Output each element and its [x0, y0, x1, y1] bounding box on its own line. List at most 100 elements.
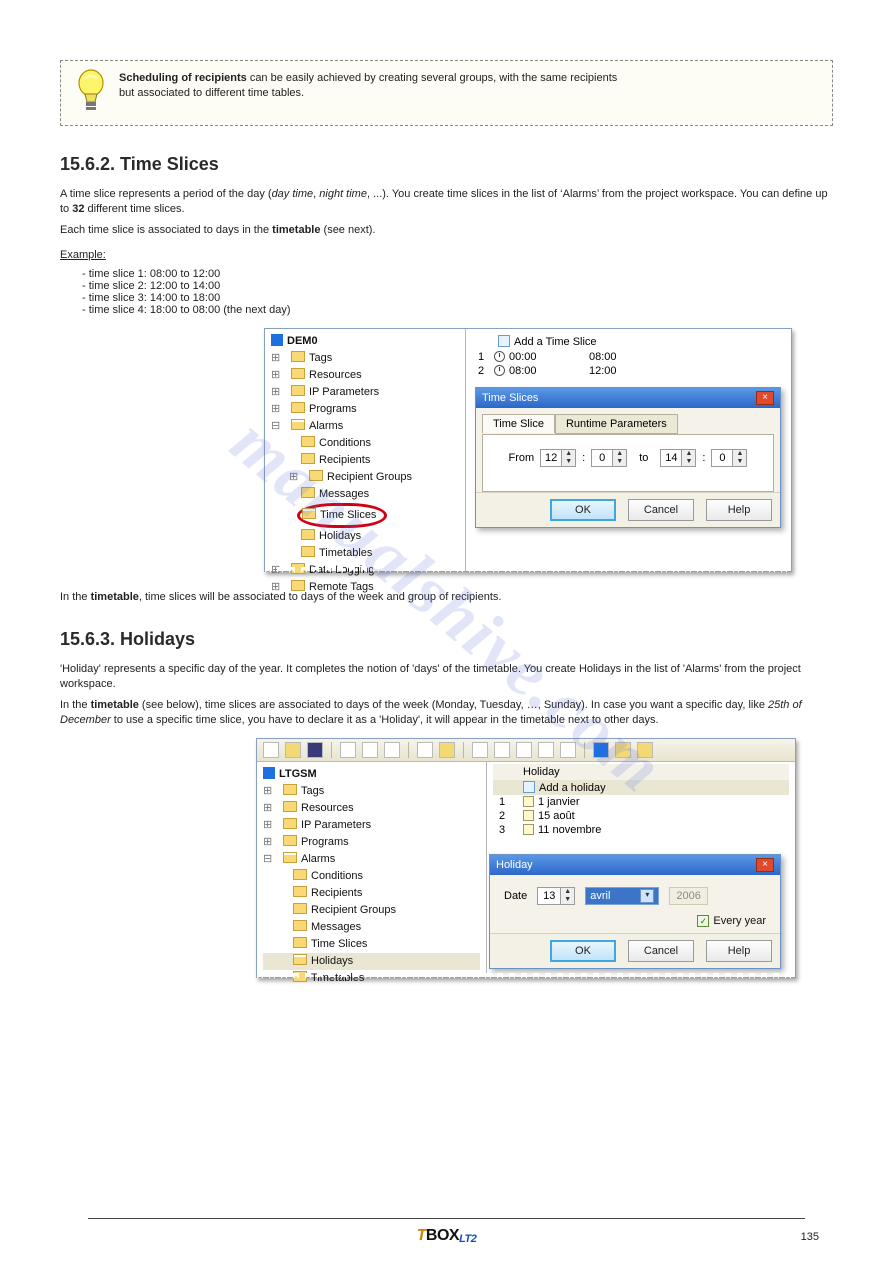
hol-p1: 'Holiday' represents a specific day of t… — [60, 662, 833, 692]
tree-item[interactable]: Resources — [309, 369, 362, 381]
tip-callout: Scheduling of recipients can be easily a… — [60, 60, 833, 126]
tree-item[interactable]: Recipient Groups — [327, 471, 412, 483]
copy-icon[interactable] — [362, 742, 378, 758]
list-view-icon[interactable] — [516, 742, 532, 758]
delete-icon[interactable] — [472, 742, 488, 758]
help-button[interactable]: Help — [706, 940, 772, 962]
app-icon[interactable] — [593, 742, 609, 758]
row-num: 3 — [499, 824, 523, 836]
day-spinner[interactable]: ▲▼ — [537, 887, 575, 905]
clock-icon — [494, 351, 505, 362]
dialog-title: Time Slices — [482, 392, 538, 404]
close-icon[interactable]: × — [756, 391, 774, 405]
dialog-time-slices: Time Slices × Time SliceRuntime Parameter… — [475, 387, 781, 528]
row-start[interactable]: 08:00 — [509, 365, 589, 377]
row-end[interactable]: 12:00 — [589, 365, 617, 377]
tree-root[interactable]: DEM0 — [287, 335, 318, 347]
ok-button[interactable]: OK — [550, 940, 616, 962]
list-item[interactable]: 1 janvier — [538, 796, 580, 808]
tree-item[interactable]: Timetables — [319, 547, 372, 559]
tree-item[interactable]: IP Parameters — [309, 386, 379, 398]
tree-item[interactable]: Tags — [309, 352, 332, 364]
tip-title: Scheduling of recipients — [119, 72, 247, 84]
tree-item[interactable]: Recipients — [319, 454, 370, 466]
detail-view-icon[interactable] — [560, 742, 576, 758]
row-end[interactable]: 08:00 — [589, 351, 617, 363]
to-min-spinner[interactable]: ▲▼ — [711, 449, 747, 467]
tree-item[interactable]: Messages — [319, 488, 369, 500]
section-time-slices-title: 15.6.2. Time Slices — [60, 154, 833, 175]
tree-item[interactable]: Programs — [309, 403, 357, 415]
tip-line2: can be easily achieved by creating sever… — [250, 72, 617, 84]
add-time-slice-link[interactable]: Add a Time Slice — [514, 336, 597, 348]
tree-root[interactable]: LTGSM — [279, 768, 317, 780]
cut-icon[interactable] — [340, 742, 356, 758]
footer: TBOXLT2 — [0, 1218, 893, 1245]
folder-icon[interactable] — [439, 742, 455, 758]
examples-label: Example: — [60, 248, 833, 263]
tree-item[interactable]: Programs — [301, 836, 349, 848]
tree-item[interactable]: Conditions — [319, 437, 371, 449]
label-from: From — [509, 452, 535, 464]
tab-time-slice[interactable]: Time Slice — [482, 414, 555, 433]
tip-line3: but associated to different time tables. — [119, 87, 304, 99]
print-icon[interactable] — [417, 742, 433, 758]
save-icon[interactable] — [307, 742, 323, 758]
download-icon[interactable] — [637, 742, 653, 758]
open-icon[interactable] — [285, 742, 301, 758]
tree-item[interactable]: Messages — [311, 921, 361, 933]
help-button[interactable]: Help — [706, 499, 772, 521]
from-hour-spinner[interactable]: ▲▼ — [540, 449, 576, 467]
ex3: - time slice 3: 14:00 to 18:00 — [82, 292, 833, 304]
calendar-icon — [523, 796, 534, 807]
tree-item[interactable]: Recipient Groups — [311, 904, 396, 916]
ex2: - time slice 2: 12:00 to 14:00 — [82, 280, 833, 292]
tree-item[interactable]: IP Parameters — [301, 819, 371, 831]
hol-p2: In the timetable (see below), time slice… — [60, 698, 833, 728]
new-file-icon[interactable] — [263, 742, 279, 758]
calendar-icon — [523, 810, 534, 821]
list-item[interactable]: 15 août — [538, 810, 575, 822]
tree-item[interactable]: Tags — [301, 785, 324, 797]
tree-item-holidays[interactable]: Holidays — [311, 955, 353, 967]
upload-icon[interactable] — [615, 742, 631, 758]
paste-icon[interactable] — [384, 742, 400, 758]
cancel-button[interactable]: Cancel — [628, 940, 694, 962]
close-icon[interactable]: × — [756, 858, 774, 872]
ok-button[interactable]: OK — [550, 499, 616, 521]
new-icon — [498, 335, 510, 347]
tree-item-alarms[interactable]: Alarms — [309, 420, 343, 432]
every-year-checkbox[interactable]: ✓Every year — [697, 915, 766, 927]
tree-item[interactable]: Recipients — [311, 887, 362, 899]
list-item[interactable]: 11 novembre — [538, 824, 601, 836]
from-min-spinner[interactable]: ▲▼ — [591, 449, 627, 467]
row-num: 2 — [478, 365, 494, 377]
tab-runtime-params[interactable]: Runtime Parameters — [555, 414, 678, 434]
tree-view-2[interactable]: LTGSM ⊞Tags ⊞Resources ⊞IP Parameters ⊞P… — [257, 762, 487, 976]
to-hour-spinner[interactable]: ▲▼ — [660, 449, 696, 467]
grid-view-icon[interactable] — [538, 742, 554, 758]
month-select[interactable]: avril▾ — [585, 887, 659, 905]
page-number: 135 — [801, 1231, 819, 1243]
row-start[interactable]: 00:00 — [509, 351, 589, 363]
tool-icon[interactable] — [494, 742, 510, 758]
holiday-list-panel: Holiday Add a holiday 11 janvier 215 aoû… — [487, 762, 795, 976]
toolbar — [257, 739, 795, 762]
screenshot-holidays: LTGSM ⊞Tags ⊞Resources ⊞IP Parameters ⊞P… — [256, 738, 796, 978]
time-p2: Each time slice is associated to days in… — [60, 223, 833, 238]
row-num: 1 — [499, 796, 523, 808]
lightbulb-icon — [73, 67, 109, 122]
year-field-disabled: 2006 — [669, 887, 707, 905]
add-holiday-link[interactable]: Add a holiday — [539, 782, 606, 794]
ex1: - time slice 1: 08:00 to 12:00 — [82, 268, 833, 280]
tree-view[interactable]: DEM0 ⊞Tags ⊞Resources ⊞IP Parameters ⊞Pr… — [265, 329, 465, 571]
tree-item[interactable]: Holidays — [319, 530, 361, 542]
tree-item[interactable]: Remote Tags — [309, 581, 374, 593]
tree-item-alarms[interactable]: Alarms — [301, 853, 335, 865]
cancel-button[interactable]: Cancel — [628, 499, 694, 521]
tree-item[interactable]: Conditions — [311, 870, 363, 882]
tree-item[interactable]: Time Slices — [311, 938, 367, 950]
time-p1: A time slice represents a period of the … — [60, 187, 833, 217]
tree-item-time-slices-circled[interactable]: Time Slices — [297, 503, 387, 528]
tree-item[interactable]: Resources — [301, 802, 354, 814]
